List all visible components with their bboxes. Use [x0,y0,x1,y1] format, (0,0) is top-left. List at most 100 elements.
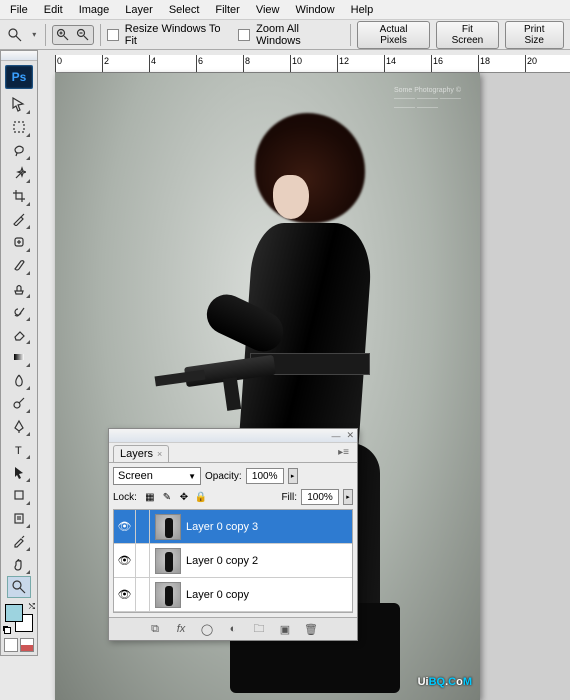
magic-wand-tool[interactable] [7,162,31,184]
zoom-mode-group [52,25,94,45]
lock-pixels-icon[interactable]: ✎ [160,490,174,504]
layer-name[interactable]: Layer 0 copy 2 [186,555,258,567]
color-swatches: ⤭ [3,602,35,634]
ruler-mark: 12 [339,56,349,66]
layer-name[interactable]: Layer 0 copy [186,589,249,601]
layer-row[interactable]: 👁 Layer 0 copy [114,578,352,612]
zoom-all-label: Zoom All Windows [256,23,344,47]
delete-layer-icon[interactable]: 🗑 [303,622,319,636]
layer-row[interactable]: 👁 Layer 0 copy 3 [114,510,352,544]
lock-label: Lock: [113,492,137,503]
menu-help[interactable]: Help [343,2,382,18]
layer-thumbnail[interactable] [155,514,181,540]
menu-window[interactable]: Window [288,2,343,18]
visibility-toggle-icon[interactable]: 👁 [114,544,136,577]
layer-thumbnail[interactable] [155,548,181,574]
link-layers-icon[interactable]: ⧉ [147,622,163,636]
move-tool[interactable] [7,93,31,115]
fit-screen-button[interactable]: Fit Screen [436,21,498,49]
notes-tool[interactable] [7,507,31,529]
tab-close-icon[interactable]: × [157,449,162,459]
eyedropper-tool[interactable] [7,530,31,552]
pen-tool[interactable] [7,415,31,437]
new-group-icon[interactable]: 🗀 [251,622,267,636]
new-layer-icon[interactable]: ▣ [277,622,293,636]
lock-transparency-icon[interactable]: ▦ [143,490,157,504]
zoom-in-button[interactable] [53,26,73,44]
zoom-tool[interactable] [7,576,31,598]
menu-filter[interactable]: Filter [207,2,247,18]
panel-titlebar[interactable]: — ✕ [109,429,357,443]
eraser-tool[interactable] [7,323,31,345]
shape-tool[interactable] [7,484,31,506]
history-brush-tool[interactable] [7,300,31,322]
divider [100,24,101,46]
opacity-input[interactable]: 100% [246,468,284,484]
path-selection-tool[interactable] [7,461,31,483]
menu-select[interactable]: Select [161,2,208,18]
menu-image[interactable]: Image [71,2,118,18]
layer-thumbnail[interactable] [155,582,181,608]
fill-input[interactable]: 100% [301,489,339,505]
layer-lock-column[interactable] [136,544,150,577]
resize-windows-checkbox[interactable] [107,29,119,41]
panel-menu-icon[interactable]: ▸≡ [334,445,353,462]
standard-mode-button[interactable] [4,638,18,652]
visibility-toggle-icon[interactable]: 👁 [114,578,136,611]
layer-lock-column[interactable] [136,510,150,543]
layer-lock-column[interactable] [136,578,150,611]
fill-slider-arrow-icon[interactable]: ▸ [343,489,353,505]
tool-dropdown-arrow-icon[interactable]: ▾ [29,28,39,42]
menu-bar: File Edit Image Layer Select Filter View… [0,0,570,20]
slice-tool[interactable] [7,208,31,230]
blend-mode-select[interactable]: Screen▼ [113,467,201,485]
zoom-all-checkbox[interactable] [238,29,250,41]
brush-tool[interactable] [7,254,31,276]
visibility-toggle-icon[interactable]: 👁 [114,510,136,543]
panel-minimize-icon[interactable]: — [331,431,340,441]
marquee-tool[interactable] [7,116,31,138]
opacity-slider-arrow-icon[interactable]: ▸ [288,468,298,484]
gradient-tool[interactable] [7,346,31,368]
layer-style-icon[interactable]: fx [173,622,189,636]
menu-edit[interactable]: Edit [36,2,71,18]
ruler-mark: 2 [104,56,109,66]
blur-tool[interactable] [7,369,31,391]
dodge-tool[interactable] [7,392,31,414]
healing-brush-tool[interactable] [7,231,31,253]
layer-mask-icon[interactable]: ◯ [199,622,215,636]
quickmask-mode-button[interactable] [20,638,34,652]
ruler-mark: 20 [527,56,537,66]
lasso-tool[interactable] [7,139,31,161]
foreground-color-swatch[interactable] [5,604,23,622]
menu-file[interactable]: File [2,2,36,18]
zoom-out-button[interactable] [73,26,93,44]
svg-text:T: T [15,445,22,456]
ruler-mark: 16 [433,56,443,66]
tab-layers[interactable]: Layers× [113,445,169,462]
ruler-mark: 6 [198,56,203,66]
toolbox: Ps T ⤭ [0,50,38,656]
crop-tool[interactable] [7,185,31,207]
hand-tool[interactable] [7,553,31,575]
resize-windows-label: Resize Windows To Fit [125,23,233,47]
adjustment-layer-icon[interactable]: ◐ [225,622,241,636]
layer-row[interactable]: 👁 Layer 0 copy 2 [114,544,352,578]
photo-top-caption: Some Photography © ——— ——— ——— ——— ——— [394,87,464,112]
lock-all-icon[interactable]: 🔒 [194,490,208,504]
type-tool[interactable]: T [7,438,31,460]
lock-position-icon[interactable]: ✥ [177,490,191,504]
default-colors-icon[interactable] [3,626,11,634]
divider [45,24,46,46]
panel-close-icon[interactable]: ✕ [346,430,354,441]
menu-layer[interactable]: Layer [117,2,161,18]
menu-view[interactable]: View [248,2,288,18]
layer-name[interactable]: Layer 0 copy 3 [186,521,258,533]
print-size-button[interactable]: Print Size [505,21,564,49]
clone-stamp-tool[interactable] [7,277,31,299]
actual-pixels-button[interactable]: Actual Pixels [357,21,431,49]
toolbox-grip[interactable] [1,51,37,61]
layers-panel-footer: ⧉ fx ◯ ◐ 🗀 ▣ 🗑 [109,617,357,640]
swap-colors-icon[interactable]: ⤭ [29,602,35,612]
layers-list: 👁 Layer 0 copy 3 👁 Layer 0 copy 2 👁 Laye… [113,509,353,613]
